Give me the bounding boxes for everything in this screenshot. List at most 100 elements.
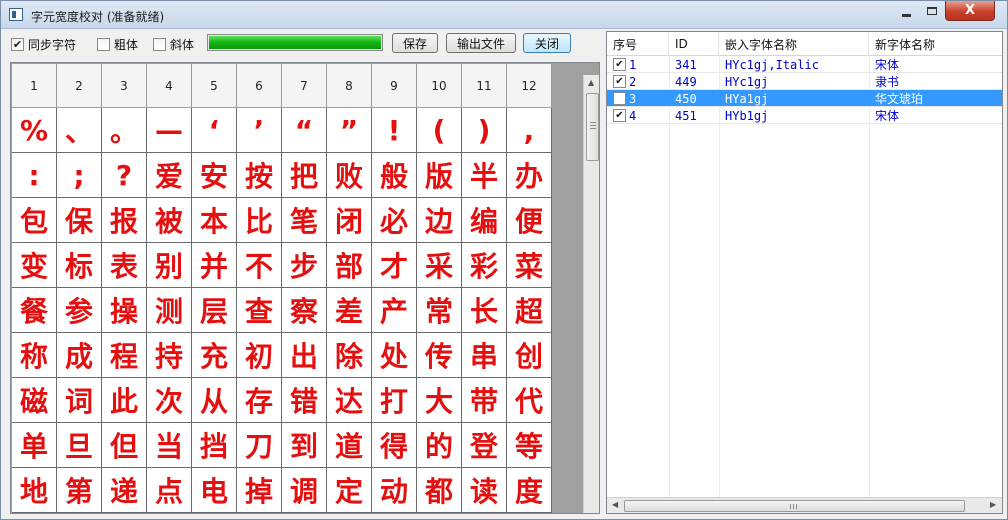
glyph-cell[interactable]: 等 [507,423,552,468]
glyph-cell[interactable]: 安 [192,153,237,198]
glyph-cell[interactable]: 般 [372,153,417,198]
glyph-cell[interactable]: 编 [462,198,507,243]
glyph-cell[interactable]: 到 [282,423,327,468]
glyph-cell[interactable]: 闭 [327,198,372,243]
font-list-panel[interactable]: 序号 ID 嵌入字体名称 新字体名称 ✔ 1 341 HYc1gj,Italic 宋体 ✔… [606,31,1003,514]
horizontal-scrollbar[interactable]: ◀ ▶ [607,497,1002,513]
glyph-cell[interactable]: 定 [327,468,372,513]
glyph-cell[interactable]: 充 [192,333,237,378]
glyph-cell[interactable]: 大 [417,378,462,423]
glyph-grid-panel[interactable]: 1 2 3 4 5 6 7 8 9 10 11 12 %、。 — ‘’ “”!(),:;? 爱安按把败般版半办… [10,62,600,514]
glyph-cell[interactable]: ! [372,108,417,153]
glyph-cell[interactable]: 从 [192,378,237,423]
glyph-cell[interactable]: 掉 [237,468,282,513]
glyph-cell[interactable]: 传 [417,333,462,378]
glyph-cell[interactable]: 操 [102,288,147,333]
glyph-cell[interactable]: 报 [102,198,147,243]
glyph-cell[interactable]: 旦 [57,423,102,468]
glyph-cell[interactable]: , [507,108,552,153]
glyph-cell[interactable]: 词 [57,378,102,423]
italic-check-box[interactable] [153,38,166,51]
glyph-cell[interactable]: 持 [147,333,192,378]
glyph-cell[interactable]: 包 [12,198,57,243]
glyph-cell[interactable]: 按 [237,153,282,198]
glyph-cell[interactable]: ; [57,153,102,198]
scroll-right-icon[interactable]: ▶ [990,500,996,509]
glyph-cell[interactable]: 读 [462,468,507,513]
export-file-button[interactable]: 输出文件 [446,33,516,53]
glyph-cell[interactable]: 参 [57,288,102,333]
glyph-cell[interactable]: 餐 [12,288,57,333]
maximize-button[interactable] [919,1,945,21]
glyph-cell[interactable]: 保 [57,198,102,243]
glyph-cell[interactable]: 代 [507,378,552,423]
glyph-cell[interactable]: 查 [237,288,282,333]
glyph-cell[interactable]: 电 [192,468,237,513]
glyph-cell[interactable]: 彩 [462,243,507,288]
list-row[interactable]: ✔ 2 449 HYc1gj 隶书 [607,73,1002,90]
sync-chars-checkbox[interactable]: ✔ 同步字符 [11,36,76,53]
scroll-left-icon[interactable]: ◀ [612,500,618,509]
glyph-cell[interactable]: 得 [372,423,417,468]
glyph-cell[interactable]: 别 [147,243,192,288]
glyph-cell[interactable]: 产 [372,288,417,333]
sync-check-box[interactable]: ✔ [11,38,24,51]
glyph-cell[interactable]: 败 [327,153,372,198]
glyph-cell[interactable]: 本 [192,198,237,243]
row-checkbox[interactable]: ✔ [613,109,626,122]
glyph-cell[interactable]: ” [327,108,372,153]
glyph-cell[interactable]: 打 [372,378,417,423]
glyph-cell[interactable]: 便 [507,198,552,243]
list-row[interactable]: ✔ 4 451 HYb1gj 宋体 [607,107,1002,124]
glyph-cell[interactable]: — [147,108,192,153]
glyph-cell[interactable]: 。 [102,108,147,153]
glyph-cell[interactable]: 串 [462,333,507,378]
glyph-cell[interactable]: 都 [417,468,462,513]
glyph-cell[interactable]: 度 [507,468,552,513]
close-window-button[interactable]: X [945,1,995,21]
glyph-cell[interactable]: 的 [417,423,462,468]
glyph-cell[interactable]: 长 [462,288,507,333]
glyph-cell[interactable]: 半 [462,153,507,198]
glyph-cell[interactable]: ? [102,153,147,198]
scroll-up-icon[interactable]: ▲ [588,78,594,87]
glyph-cell[interactable]: 调 [282,468,327,513]
glyph-cell[interactable]: 出 [282,333,327,378]
glyph-cell[interactable]: 带 [462,378,507,423]
glyph-cell[interactable]: 达 [327,378,372,423]
glyph-cell[interactable]: 、 [57,108,102,153]
glyph-cell[interactable]: 初 [237,333,282,378]
glyph-cell[interactable]: 错 [282,378,327,423]
list-row[interactable]: ✔ 1 341 HYc1gj,Italic 宋体 [607,56,1002,73]
glyph-cell[interactable]: 常 [417,288,462,333]
glyph-cell[interactable]: 差 [327,288,372,333]
glyph-cell[interactable]: 才 [372,243,417,288]
glyph-cell[interactable]: : [12,153,57,198]
minimize-button[interactable] [893,1,919,21]
glyph-cell[interactable]: 单 [12,423,57,468]
glyph-cell[interactable]: ‘ [192,108,237,153]
glyph-cell[interactable]: ) [462,108,507,153]
glyph-cell[interactable]: 挡 [192,423,237,468]
glyph-cell[interactable]: 刀 [237,423,282,468]
vertical-scroll-thumb[interactable] [586,93,599,161]
glyph-cell[interactable]: 称 [12,333,57,378]
glyph-cell[interactable]: 处 [372,333,417,378]
bold-checkbox[interactable]: 粗体 [97,36,138,53]
glyph-cell[interactable]: 边 [417,198,462,243]
header-new-font[interactable]: 新字体名称 [869,32,1002,56]
header-seq[interactable]: 序号 [607,32,669,56]
row-checkbox[interactable]: ✔ [613,58,626,71]
glyph-cell[interactable]: 菜 [507,243,552,288]
glyph-cell[interactable]: 道 [327,423,372,468]
bold-check-box[interactable] [97,38,110,51]
glyph-cell[interactable]: 并 [192,243,237,288]
glyph-cell[interactable]: 磁 [12,378,57,423]
glyph-cell[interactable]: 比 [237,198,282,243]
glyph-cell[interactable]: 步 [282,243,327,288]
glyph-cell[interactable]: 创 [507,333,552,378]
glyph-cell[interactable]: ( [417,108,462,153]
glyph-cell[interactable]: 当 [147,423,192,468]
list-row[interactable]: 3 450 HYa1gj 华文琥珀 [607,90,1002,107]
horizontal-scroll-thumb[interactable] [624,500,965,512]
